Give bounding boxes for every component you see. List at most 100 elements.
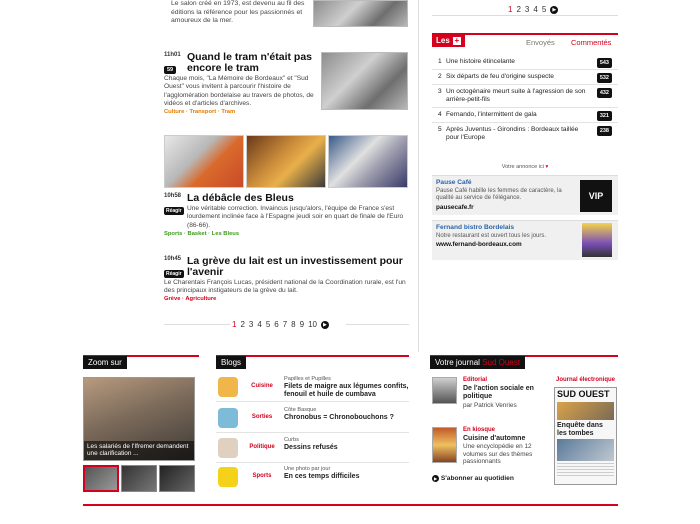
article-headline[interactable]: Quand le tram n'était pas encore le tram: [187, 52, 315, 74]
page-link[interactable]: 4: [257, 320, 261, 329]
intro-text: Le salon créé en 1973, est devenu au fil…: [171, 0, 305, 25]
blog-category[interactable]: Sports: [240, 473, 284, 479]
newspaper-text-block: [557, 463, 614, 477]
list-item-title[interactable]: Un octogénaire meurt suite à l'agression…: [446, 88, 586, 104]
cartoon-mascot-image: [582, 223, 612, 257]
blog-category[interactable]: Cuisine: [240, 383, 284, 389]
article-tags[interactable]: Sports · Basket · Les Bleus: [164, 231, 239, 237]
page-link[interactable]: 1: [508, 5, 512, 14]
next-page-icon[interactable]: ▶: [550, 5, 559, 14]
article-time: 10h58: [164, 193, 182, 199]
page-link[interactable]: 6: [274, 320, 278, 329]
cookbook-cover[interactable]: [432, 427, 457, 463]
page-link[interactable]: 3: [249, 320, 253, 329]
page-link[interactable]: 9: [300, 320, 304, 329]
les-tab[interactable]: Les +: [432, 35, 465, 47]
page-link[interactable]: 4: [533, 5, 537, 14]
zoom-thumbnail[interactable]: [159, 465, 195, 492]
comment-count-badge[interactable]: 59: [164, 66, 177, 74]
zoom-thumbnail[interactable]: [83, 465, 119, 492]
article-tags[interactable]: Grève · Agriculture: [164, 296, 216, 302]
page-link[interactable]: 8: [291, 320, 295, 329]
next-page-icon[interactable]: ▶: [320, 320, 329, 329]
column-divider: [418, 0, 419, 352]
editorial-category[interactable]: Editorial: [463, 377, 487, 383]
basketball-photo-1[interactable]: [164, 135, 244, 188]
tab-envoyes[interactable]: Envoyés: [526, 38, 555, 47]
page-link[interactable]: 1: [232, 320, 236, 329]
article-time: 10h45: [164, 256, 182, 262]
blog-name[interactable]: Une photo par jour: [284, 466, 330, 472]
list-item[interactable]: 5 Après Juventus - Girondins : Bordeaux …: [432, 123, 618, 145]
list-item[interactable]: 4 Fernando, l'intermittent de gala 321: [432, 108, 618, 123]
ad-text: Notre restaurant est ouvert tous les jou…: [436, 233, 547, 239]
pagination-rule-left: [164, 324, 230, 325]
zoom-main-photo[interactable]: Les salariés de l'Ifremer demandent une …: [83, 377, 195, 461]
basketball-photo-2[interactable]: [246, 135, 326, 188]
blog-category[interactable]: Sorties: [240, 414, 284, 420]
article-tags[interactable]: Culture · Transport · Tram: [164, 109, 235, 115]
article-headline[interactable]: La débâcle des Bleus: [187, 193, 407, 204]
blog-item[interactable]: Politique Curbs Dessins refusés: [216, 435, 409, 463]
zoom-thumbnail[interactable]: [121, 465, 157, 492]
blog-name[interactable]: Curbs: [284, 437, 299, 443]
rank-number: 1: [438, 58, 442, 65]
list-item[interactable]: 2 Six départs de feu d'origine suspecte …: [432, 70, 618, 85]
sports-icon: [218, 467, 238, 487]
electronic-journal-label[interactable]: Journal électronique: [556, 377, 615, 383]
intro-thumbnail[interactable]: [313, 0, 408, 27]
ad-pause-cafe[interactable]: Pause Café Pause Café habille les femmes…: [432, 175, 618, 215]
react-button[interactable]: Réagir: [164, 270, 184, 278]
footer-rule: [83, 504, 618, 506]
page-link[interactable]: 5: [266, 320, 270, 329]
zoom-caption[interactable]: Les salariés de l'Ifremer demandent une …: [84, 440, 194, 460]
list-item-title[interactable]: Six départs de feu d'origine suspecte: [446, 73, 586, 81]
list-item-title[interactable]: Une histoire étincelante: [446, 58, 586, 66]
newspaper-headline: Enquête dans les tombes: [557, 422, 603, 437]
blog-title[interactable]: En ces temps difficiles: [284, 473, 412, 481]
ad-label[interactable]: Votre annonce ici ▾: [432, 164, 618, 170]
article-thumbnail[interactable]: [321, 52, 408, 110]
tab-commentes[interactable]: Commentés: [571, 38, 611, 47]
pagination-rule-right: [346, 324, 409, 325]
blog-title[interactable]: Dessins refusés: [284, 444, 412, 452]
page-link[interactable]: 3: [525, 5, 529, 14]
chevron-down-icon: ▾: [545, 164, 549, 170]
bottom-pagination: 1 2 3 4 5 6 7 8 9 10 ▶: [232, 320, 329, 329]
blog-item[interactable]: Sorties Côte Basque Chronobus = Chronobo…: [216, 405, 409, 433]
list-item-title[interactable]: Après Juventus - Girondins : Bordeaux ta…: [446, 126, 586, 142]
editorialist-photo[interactable]: [432, 377, 457, 404]
blog-name[interactable]: Côte Basque: [284, 407, 316, 413]
article-body: Le Charentais François Lucas, président …: [164, 279, 406, 295]
editorial-title[interactable]: De l'action sociale en politique: [463, 385, 547, 401]
blog-title[interactable]: Chronobus = Chronobouchons ?: [284, 414, 412, 422]
ad-link[interactable]: www.fernand-bordeaux.com: [436, 241, 522, 248]
blog-item[interactable]: Sports Une photo par jour En ces temps d…: [216, 464, 409, 492]
newspaper-front-page[interactable]: SUD OUEST Enquête dans les tombes: [554, 387, 617, 485]
ad-title[interactable]: Pause Café: [436, 179, 472, 186]
subscribe-label[interactable]: S'abonner au quotidien: [441, 475, 514, 482]
blog-name[interactable]: Papilles et Pupilles: [284, 376, 331, 382]
list-item[interactable]: 1 Une histoire étincelante 543: [432, 55, 618, 70]
blog-title[interactable]: Filets de maigre aux légumes confits, fe…: [284, 383, 412, 399]
page-link[interactable]: 2: [240, 320, 244, 329]
page-link[interactable]: 7: [283, 320, 287, 329]
politics-icon: [218, 438, 238, 458]
ad-fernand[interactable]: Fernand bistro Bordelais Notre restauran…: [432, 220, 618, 260]
subscribe-link[interactable]: ▶ S'abonner au quotidien: [432, 475, 548, 482]
article-headline[interactable]: La grève du lait est un investissement p…: [187, 256, 407, 278]
blog-category[interactable]: Politique: [240, 444, 284, 450]
page-link[interactable]: 5: [542, 5, 546, 14]
page-link[interactable]: 2: [516, 5, 520, 14]
list-item[interactable]: 3 Un octogénaire meurt suite à l'agressi…: [432, 85, 618, 108]
ad-link[interactable]: pausecafe.fr: [436, 204, 474, 211]
kiosque-category[interactable]: En kiosque: [463, 427, 495, 433]
basketball-photo-3[interactable]: [328, 135, 408, 188]
page-link[interactable]: 10: [308, 320, 317, 329]
list-item-title[interactable]: Fernando, l'intermittent de gala: [446, 111, 586, 119]
kiosque-title[interactable]: Cuisine d'automne: [463, 435, 547, 443]
journal-heading: Votre journal Sud Ouest: [430, 356, 525, 369]
react-button[interactable]: Réagir: [164, 207, 184, 215]
ad-title[interactable]: Fernand bistro Bordelais: [436, 224, 514, 231]
blog-item[interactable]: Cuisine Papilles et Pupilles Filets de m…: [216, 374, 409, 402]
